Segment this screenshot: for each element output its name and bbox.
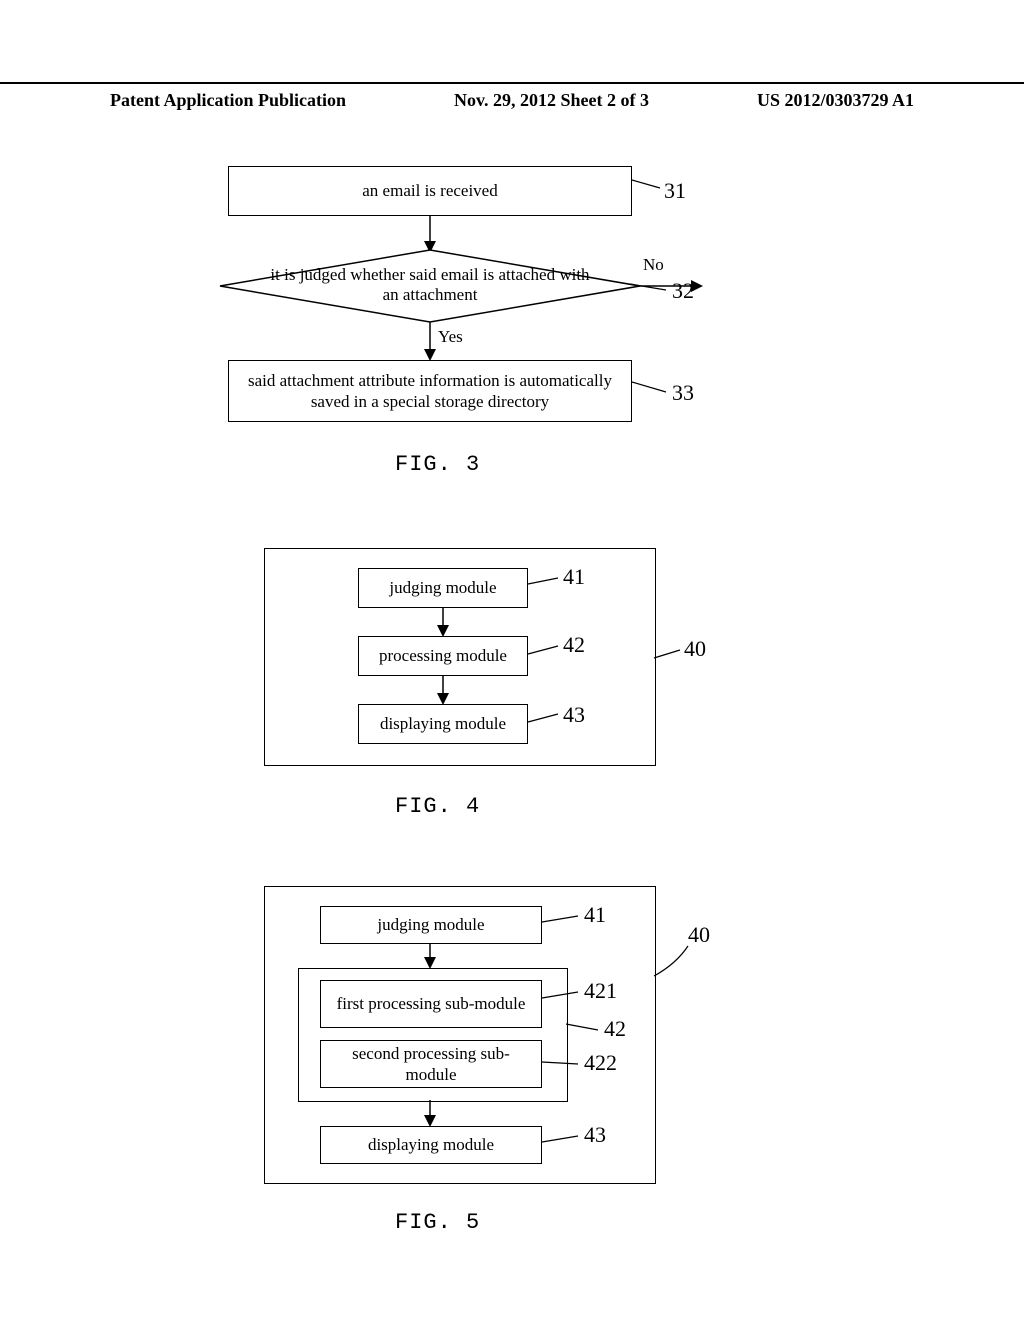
- fig4-caption: FIG. 4: [395, 794, 480, 819]
- fig5-ref-422: 422: [584, 1050, 617, 1076]
- fig3-no-label: No: [643, 255, 664, 275]
- fig3-box-33: said attachment attribute information is…: [228, 360, 632, 422]
- fig3-decision-text: it is judged whether said email is attac…: [270, 265, 590, 306]
- fig4-ref-40: 40: [684, 636, 706, 662]
- fig5-ref-421: 421: [584, 978, 617, 1004]
- fig4-ref-42: 42: [563, 632, 585, 658]
- fig4-ref-43: 43: [563, 702, 585, 728]
- fig5-ref-41: 41: [584, 902, 606, 928]
- fig5-lines: [0, 880, 1024, 1220]
- fig4-ref-41: 41: [563, 564, 585, 590]
- fig3-caption: FIG. 3: [395, 452, 480, 477]
- fig5-ref-40: 40: [688, 922, 710, 948]
- fig5-ref-42: 42: [604, 1016, 626, 1042]
- fig5-ref-43: 43: [584, 1122, 606, 1148]
- fig3-ref-33: 33: [672, 380, 694, 406]
- fig3-ref-32: 32: [672, 278, 694, 304]
- fig3-lines: [0, 0, 1024, 500]
- fig5-caption: FIG. 5: [395, 1210, 480, 1235]
- fig3-yes-label: Yes: [438, 327, 463, 347]
- fig4-lines: [0, 540, 1024, 800]
